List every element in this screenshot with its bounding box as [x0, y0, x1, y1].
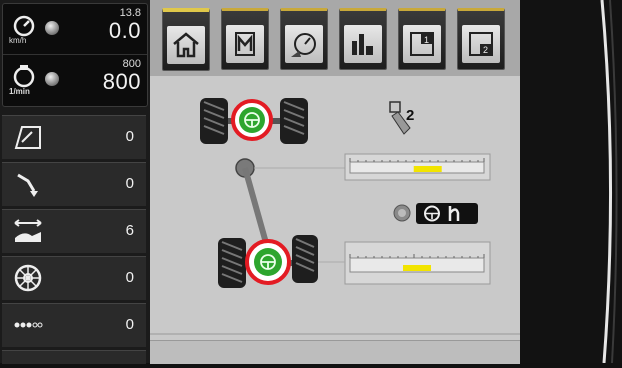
mode-number: 2: [406, 107, 414, 124]
implement-lift-icon: [17, 173, 38, 197]
display-bezel: [600, 0, 618, 364]
speedometer-icon: [13, 15, 35, 37]
steering-mode-indicator: 2: [389, 101, 414, 135]
speed-row: km/h 13.8 0.0: [3, 4, 147, 54]
front-steering-button[interactable]: [231, 99, 273, 141]
left-status-panel: km/h 13.8 0.0 1/min 800 800 0 0 6 0 0: [0, 0, 150, 364]
speed-value: 0.0: [108, 18, 141, 43]
stopwatch-icon: [291, 33, 316, 57]
chain-link-icon: [14, 322, 43, 328]
memory-icon: [235, 32, 255, 56]
rpm-indicator-led: [45, 72, 59, 86]
status-value: 0: [125, 175, 134, 192]
tab-memory[interactable]: [221, 8, 269, 70]
tab-bar: 1 2: [150, 0, 520, 76]
status-item-wheel[interactable]: 0: [2, 256, 146, 300]
status-item-partial: [2, 350, 146, 364]
bar-chart-icon: [352, 34, 373, 55]
front-slider-marker: [413, 166, 442, 172]
home-icon: [173, 32, 199, 58]
wheel-icon: [14, 264, 42, 292]
page-1-label: 1: [424, 35, 429, 45]
speed-indicator-led: [45, 21, 59, 35]
tab-page-1[interactable]: 1: [398, 8, 446, 70]
steering-panel: 2: [150, 90, 520, 340]
status-item-working-width[interactable]: 6: [2, 209, 146, 253]
rear-slider-marker: [403, 265, 431, 271]
front-axle-slider[interactable]: [344, 153, 491, 181]
field-area-icon: [14, 126, 41, 149]
tab-home[interactable]: [162, 8, 210, 71]
speed-rpm-box: km/h 13.8 0.0 1/min 800 800: [2, 3, 148, 107]
speed-unit: km/h: [9, 36, 27, 45]
main-view: 1 2 2: [150, 0, 520, 364]
page-1-icon: 1: [410, 32, 434, 56]
status-value: 0: [125, 269, 134, 286]
rear-steering-button[interactable]: [245, 239, 291, 285]
working-width-icon: [14, 219, 42, 242]
rpm-row: 1/min 800 800: [3, 54, 147, 105]
bottom-bar: [150, 340, 520, 364]
status-value: 0: [125, 316, 134, 333]
status-item-chain[interactable]: 0: [2, 303, 146, 347]
page-2-icon: 2: [469, 32, 493, 56]
right-bezel: [520, 0, 622, 364]
page-2-label: 2: [483, 45, 488, 55]
status-value: 6: [125, 222, 134, 239]
tab-timer[interactable]: [280, 8, 328, 70]
auto-steer-toggle[interactable]: [393, 203, 478, 224]
status-item-implement-lift[interactable]: 0: [2, 162, 146, 206]
rear-axle-slider[interactable]: [344, 241, 491, 285]
tab-statistics[interactable]: [339, 8, 387, 70]
rpm-unit: 1/min: [9, 87, 30, 96]
tab-page-2[interactable]: 2: [457, 8, 505, 70]
status-value: 0: [125, 128, 134, 145]
status-item-field-area[interactable]: 0: [2, 115, 146, 159]
engine-speed-icon: [13, 65, 35, 88]
rpm-value: 800: [102, 69, 141, 94]
